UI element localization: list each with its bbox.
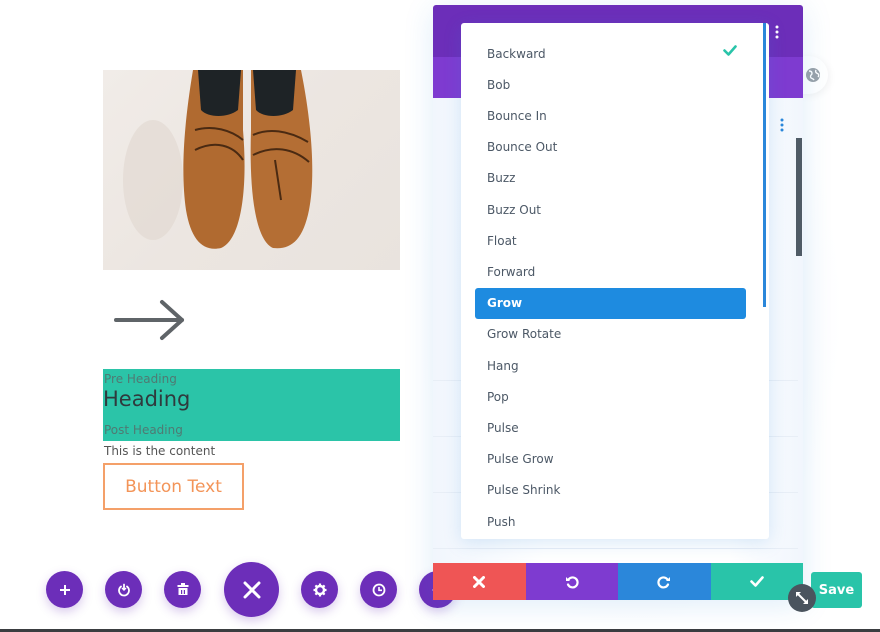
modal-footer [433, 563, 803, 600]
dropdown-scrollbar[interactable] [763, 23, 766, 307]
dropdown-option[interactable]: Grow Rotate [475, 319, 746, 350]
settings-button[interactable] [301, 571, 338, 608]
gear-icon [313, 583, 326, 596]
plus-icon [59, 584, 70, 595]
post-heading: Post Heading [104, 423, 183, 437]
modal-scrollbar[interactable] [796, 138, 802, 256]
heading: Heading [103, 387, 191, 411]
dropdown-option[interactable]: Backward [475, 38, 746, 69]
save-button[interactable]: Save [811, 572, 862, 608]
close-icon [473, 575, 486, 588]
dropdown-option[interactable]: Pulse [475, 412, 746, 443]
history-button[interactable] [360, 571, 397, 608]
check-icon [749, 576, 764, 587]
dropdown-option[interactable]: Hang [475, 350, 746, 381]
hover-effect-dropdown[interactable]: Backward Bob Bounce In Bounce Out Buzz Buzz O… [461, 23, 769, 539]
shoes-illustration [123, 70, 313, 249]
pre-heading: Pre Heading [104, 372, 177, 386]
dropdown-option[interactable]: Buzz Out [475, 194, 746, 225]
dropdown-option[interactable]: Pulse Shrink [475, 475, 746, 506]
dropdown-option[interactable]: Bob [475, 69, 746, 100]
dropdown-option[interactable]: Pop [475, 381, 746, 412]
dropdown-option[interactable]: Push [475, 506, 746, 537]
modal-options-icon[interactable] [775, 25, 779, 39]
field-options-icon[interactable] [780, 118, 784, 132]
trash-icon [177, 583, 188, 595]
dropdown-option[interactable]: Bounce In [475, 100, 746, 131]
undo-button[interactable] [525, 563, 618, 600]
product-image[interactable] [103, 70, 400, 270]
redo-button[interactable] [618, 563, 711, 600]
resize-icon [796, 592, 808, 604]
resize-handle[interactable] [788, 584, 816, 612]
add-button[interactable] [46, 571, 83, 608]
section-divider [433, 548, 798, 549]
dropdown-option[interactable]: Pulse Grow [475, 444, 746, 475]
delete-button[interactable] [164, 571, 201, 608]
cta-button[interactable]: Button Text [103, 463, 244, 510]
dropdown-option[interactable]: Grow [475, 287, 746, 319]
dropdown-option[interactable]: Forward [475, 256, 746, 287]
power-icon [117, 583, 130, 596]
redo-icon [657, 575, 671, 589]
dropdown-option[interactable]: Bounce Out [475, 132, 746, 163]
close-icon [243, 581, 260, 598]
disable-button[interactable] [105, 571, 142, 608]
history-icon [372, 583, 385, 596]
builder-canvas: Pre Heading Heading Post Heading This is… [0, 0, 880, 632]
close-builder-button[interactable] [224, 562, 279, 617]
dropdown-option[interactable]: Float [475, 225, 746, 256]
globe-icon [806, 68, 820, 82]
arrow-right-icon [114, 300, 184, 340]
discard-button[interactable] [433, 563, 526, 600]
undo-icon [565, 575, 579, 589]
content-text: This is the content [104, 444, 216, 458]
dropdown-option[interactable]: Buzz [475, 163, 746, 194]
